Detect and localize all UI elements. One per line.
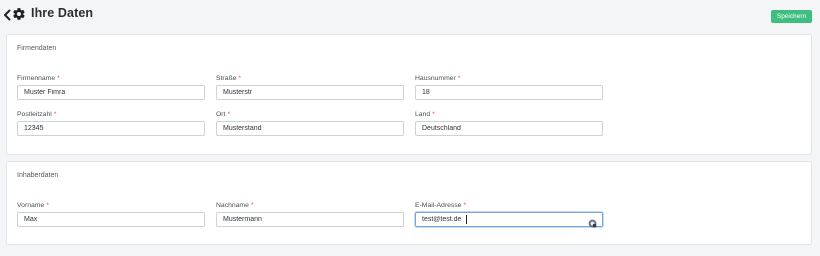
field-label: Land *	[415, 111, 435, 118]
firmenname-input[interactable]	[17, 85, 205, 100]
required-marker: *	[463, 202, 467, 209]
field-label: Hausnummer *	[415, 75, 461, 82]
strasse-input[interactable]	[216, 85, 404, 100]
save-button[interactable]: Speichern	[771, 10, 812, 23]
land-input[interactable]	[415, 121, 603, 136]
required-marker: *	[238, 75, 242, 82]
field-label: Firmenname *	[17, 75, 60, 82]
postleitzahl-input[interactable]	[17, 121, 205, 136]
required-marker: *	[53, 111, 57, 118]
hausnummer-input[interactable]	[415, 85, 603, 100]
page-title: Ihre Daten	[31, 6, 94, 20]
field-label: Vorname *	[17, 202, 49, 209]
required-marker: *	[227, 111, 231, 118]
field-label: E-Mail-Adresse *	[415, 202, 467, 209]
postleitzahl-field: Postleitzahl *	[17, 110, 205, 136]
page-header: Ihre Daten Speichern	[0, 0, 820, 32]
field-label: Postleitzahl *	[17, 111, 57, 118]
page: Ihre Daten Speichern Firmendaten Firmenn…	[0, 0, 820, 256]
vorname-input[interactable]	[17, 212, 205, 227]
gear-icon	[12, 7, 26, 21]
firmendaten-card: Firmendaten Firmenname* Straße* Hausnumm…	[6, 34, 812, 155]
chevron-left-icon[interactable]	[3, 8, 11, 21]
ort-field: Ort *	[216, 110, 404, 136]
vorname-field: Vorname *	[17, 201, 205, 227]
email-input[interactable]	[415, 212, 603, 227]
card-title: Firmendaten	[17, 45, 57, 52]
required-marker: *	[46, 202, 49, 209]
field-label: Nachname *	[216, 202, 254, 209]
nachname-input[interactable]	[216, 212, 404, 227]
nachname-field: Nachname *	[216, 201, 404, 227]
hausnummer-field: Hausnummer *	[415, 74, 603, 100]
strasse-field: Straße *	[216, 74, 404, 100]
card-title: Inhaberdaten	[17, 172, 59, 179]
required-marker: *	[57, 75, 60, 82]
field-label: Straße *	[216, 75, 242, 82]
field-label: Ort *	[216, 111, 231, 118]
password-manager-icon[interactable]	[588, 215, 597, 228]
ort-input[interactable]	[216, 121, 404, 136]
required-marker: *	[250, 202, 254, 209]
inhaberdaten-card: Inhaberdaten Vorname* Nachname* E-Mail-A…	[6, 161, 812, 245]
land-field: Land *	[415, 110, 603, 136]
required-marker: *	[457, 75, 461, 82]
required-marker: *	[432, 111, 435, 118]
email-field: E-Mail-Adresse *	[415, 201, 603, 228]
firmenname-field: Firmenname *	[17, 74, 205, 100]
text-caret	[466, 215, 467, 224]
